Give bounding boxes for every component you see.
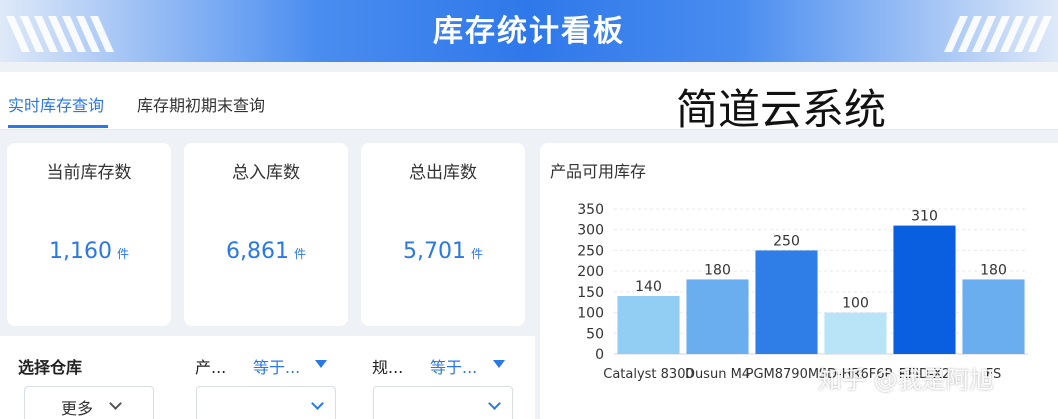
product-value-select[interactable] <box>196 386 336 419</box>
chevron-down-icon <box>488 397 501 410</box>
active-tab-indicator <box>8 125 108 128</box>
x-tick-label: PGM8790M5 <box>746 367 828 382</box>
y-tick-label: 250 <box>577 243 604 259</box>
kpi-label: 当前库存数 <box>46 163 132 183</box>
y-tick-label: 50 <box>586 326 604 342</box>
y-tick-label: 300 <box>577 223 604 239</box>
bar <box>893 225 956 354</box>
system-name-watermark: 简道云系统 <box>676 85 887 134</box>
kpi-value: 1,160 件 <box>7 239 171 264</box>
product-filter-label: 产... <box>195 358 227 377</box>
kpi-unit: 件 <box>470 247 483 261</box>
caret-down-icon[interactable] <box>493 360 505 368</box>
bar <box>755 250 818 354</box>
spec-value-select[interactable] <box>373 386 513 419</box>
bar <box>686 279 749 354</box>
chart-title: 产品可用库存 <box>550 162 647 181</box>
kpi-value: 6,861 件 <box>184 239 348 264</box>
zhihu-watermark: 知乎 @我是阿旭 <box>818 366 994 394</box>
caret-down-icon[interactable] <box>315 360 327 368</box>
kpi-unit: 件 <box>293 247 306 261</box>
tab-period-inventory[interactable]: 库存期初期末查询 <box>137 92 265 116</box>
banner-stripes-right <box>944 16 1052 52</box>
kpi-number: 1,160 <box>49 239 112 264</box>
kpi-card-total-inbound: 总入库数 6,861 件 <box>184 143 348 326</box>
kpi-unit: 件 <box>116 247 129 261</box>
bar <box>824 312 887 354</box>
more-select-label: 更多 <box>61 399 94 418</box>
tab-bar: 实时库存查询 库存期初期末查询 简道云系统 <box>0 72 1058 134</box>
chevron-down-icon <box>109 397 122 410</box>
bar-value-label: 310 <box>911 209 938 225</box>
kpi-number: 5,701 <box>403 239 466 264</box>
kpi-label: 总出库数 <box>409 163 477 183</box>
y-tick-label: 150 <box>577 285 604 301</box>
filter-area: 选择仓库 更多 产... 等于... 规... 等于... <box>0 336 535 419</box>
kpi-value: 5,701 件 <box>361 239 525 264</box>
warehouse-filter-label: 选择仓库 <box>18 358 83 377</box>
bar <box>617 296 680 354</box>
spec-filter-label: 规... <box>372 358 404 377</box>
y-tick-label: 200 <box>577 264 604 280</box>
header-banner: 库存统计看板 <box>0 0 1058 62</box>
bar-value-label: 140 <box>635 279 662 295</box>
product-operator-select[interactable]: 等于... <box>253 354 300 378</box>
bar-value-label: 180 <box>704 262 731 278</box>
y-tick-label: 350 <box>577 202 604 218</box>
bar <box>962 279 1025 354</box>
kpi-card-total-outbound: 总出库数 5,701 件 <box>361 143 525 326</box>
bar-value-label: 180 <box>980 262 1007 278</box>
tab-realtime-inventory[interactable]: 实时库存查询 <box>8 92 104 116</box>
y-tick-label: 100 <box>577 306 604 322</box>
x-tick-label: Catalyst 8300 <box>603 367 694 382</box>
bar-value-label: 250 <box>773 233 800 249</box>
bar-value-label: 100 <box>842 296 869 312</box>
spec-operator-select[interactable]: 等于... <box>430 354 477 378</box>
kpi-card-current-stock: 当前库存数 1,160 件 <box>7 143 171 326</box>
more-warehouse-select[interactable]: 更多 <box>24 386 154 419</box>
x-tick-label: Dusun M4 <box>685 367 750 382</box>
chevron-down-icon <box>311 397 324 410</box>
kpi-label: 总入库数 <box>232 163 300 183</box>
y-tick-label: 0 <box>595 347 604 363</box>
kpi-number: 6,861 <box>226 239 289 264</box>
